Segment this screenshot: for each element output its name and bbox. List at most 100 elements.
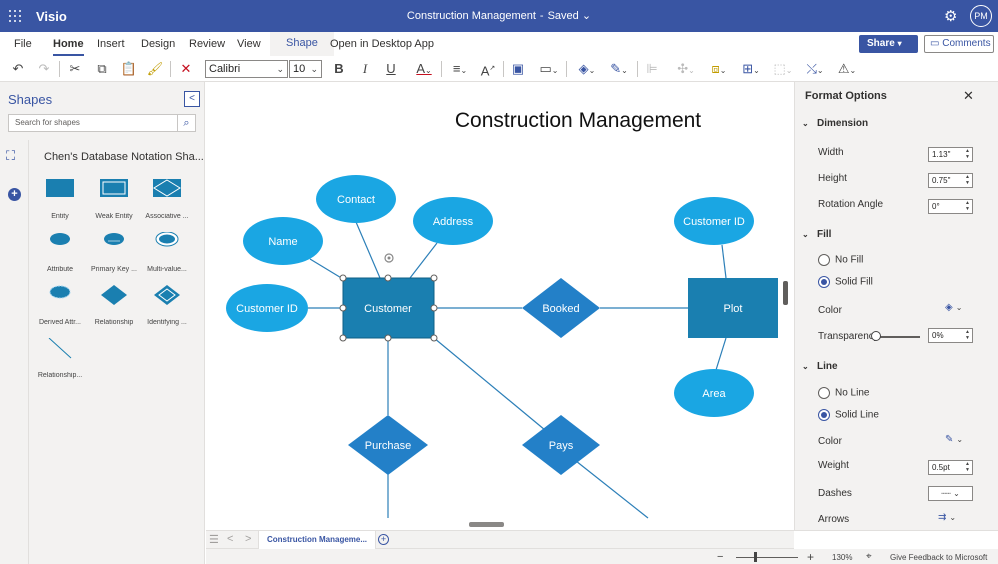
position-icon[interactable]: ✣⌄ — [672, 60, 700, 78]
arrange-icon[interactable]: ⧈⌄ — [705, 60, 733, 78]
stencil-icon[interactable]: ⛶ — [6, 148, 15, 164]
shape-multivalued-attribute[interactable]: Multi-value... — [140, 231, 194, 273]
font-size-select[interactable]: 10 ⌄ — [289, 60, 322, 78]
fit-to-window-icon[interactable]: ⌖ — [866, 551, 872, 562]
section-line[interactable]: ⌄ Line — [802, 361, 838, 372]
shape-relationship-connector[interactable]: Relationship... — [33, 337, 87, 379]
collapse-pane-icon[interactable]: < — [184, 91, 200, 107]
connector-line[interactable] — [409, 242, 438, 279]
align-text-icon[interactable]: ≡⌄ — [447, 60, 473, 78]
shape-identifying-relationship[interactable]: Identifying ... — [140, 285, 194, 326]
connector-line[interactable] — [433, 337, 546, 431]
next-page-icon[interactable]: > — [245, 533, 251, 545]
fill-color-icon[interactable]: ◈⌄ — [573, 60, 601, 78]
shape-primary-key[interactable]: Primary Key ... — [87, 232, 141, 273]
spinner-arrows-icon[interactable]: ▲ ▼ — [965, 148, 970, 160]
zoom-slider-thumb[interactable] — [754, 552, 757, 562]
connector-line[interactable] — [715, 337, 727, 371]
connector-icon[interactable]: ⤯⌄ — [801, 60, 829, 78]
shape-associative-entity[interactable]: Associative ... — [140, 179, 194, 220]
spinner-arrows-icon[interactable]: ▲ ▼ — [965, 174, 970, 186]
all-pages-icon[interactable]: ☰ — [209, 533, 219, 546]
resize-handle[interactable] — [384, 274, 392, 282]
tab-shape[interactable]: Shape — [270, 32, 334, 56]
no-fill-radio[interactable]: No Fill — [818, 254, 863, 266]
dashes-select[interactable]: ┄┄ ⌄ — [928, 486, 973, 501]
zoom-in-icon[interactable]: + — [807, 550, 814, 564]
horizontal-scrollbar[interactable] — [469, 522, 504, 527]
group-icon[interactable]: ⊞⌄ — [737, 60, 765, 78]
line-color-icon[interactable]: ✎⌄ — [605, 60, 633, 78]
search-icon[interactable]: ⌕ — [177, 115, 195, 131]
spinner-arrows-icon[interactable]: ▲ ▼ — [965, 461, 970, 473]
text-box-icon[interactable]: ▣ — [509, 60, 527, 78]
resize-handle[interactable] — [339, 334, 347, 342]
zoom-out-icon[interactable]: − — [717, 551, 723, 563]
drawing-canvas[interactable]: Construction Management Contact Name Add… — [206, 82, 794, 530]
transparency-slider-thumb[interactable] — [871, 331, 881, 341]
shape-attribute[interactable]: Attribute — [33, 232, 87, 273]
shape-derived-attribute[interactable]: Derived Attr... — [33, 285, 87, 326]
no-line-radio[interactable]: No Line — [818, 387, 869, 399]
align-shapes-icon[interactable]: ⊫ — [643, 60, 661, 78]
fill-color-picker[interactable]: ◈ ⌄ — [945, 302, 962, 313]
section-dimension[interactable]: ⌄ Dimension — [802, 118, 868, 129]
connector-line[interactable] — [575, 460, 649, 519]
warning-icon[interactable]: ⚠⌄ — [833, 60, 861, 78]
rotate-handle-icon[interactable] — [384, 253, 394, 263]
shape-relationship[interactable]: Relationship — [87, 285, 141, 326]
zoom-slider[interactable] — [736, 557, 798, 558]
page-tab[interactable]: Construction Manageme... — [258, 531, 377, 549]
stencil-name[interactable]: Chen's Database Notation Sha... — [44, 151, 204, 163]
resize-handle[interactable] — [339, 304, 347, 312]
resize-handle[interactable] — [384, 334, 392, 342]
zoom-level[interactable]: 130% — [832, 553, 852, 562]
share-button[interactable]: Share ▾ — [859, 35, 918, 53]
redo-icon[interactable]: ↷ — [35, 60, 53, 78]
spinner-arrows-icon[interactable]: ▲ ▼ — [965, 200, 970, 212]
resize-handle[interactable] — [339, 274, 347, 282]
font-name-select[interactable]: Calibri ⌄ — [205, 60, 288, 78]
comments-button[interactable]: ▭ Comments — [924, 35, 994, 53]
width-input[interactable]: 1.13" ▲ ▼ — [928, 147, 973, 162]
section-fill[interactable]: ⌄ Fill — [802, 229, 831, 240]
paste-icon[interactable]: 📋 — [120, 60, 138, 78]
tab-view[interactable]: View — [237, 38, 261, 50]
solid-line-radio[interactable]: Solid Line — [818, 409, 879, 421]
line-color-picker[interactable]: ✎ ⌄ — [945, 434, 963, 445]
add-stencil-icon[interactable]: + — [8, 188, 21, 201]
diagram-svg[interactable]: Construction Management Contact Name Add… — [206, 82, 794, 530]
undo-icon[interactable]: ↶ — [9, 60, 27, 78]
resize-handle[interactable] — [430, 274, 438, 282]
solid-fill-radio[interactable]: Solid Fill — [818, 276, 873, 288]
cut-icon[interactable]: ✂ — [66, 60, 84, 78]
copy-icon[interactable]: ⧉ — [93, 60, 111, 78]
shape-styles-icon[interactable]: ▭⌄ — [535, 60, 563, 78]
bold-icon[interactable]: B — [330, 60, 348, 78]
tab-home[interactable]: Home — [53, 38, 84, 56]
tab-insert[interactable]: Insert — [97, 38, 125, 50]
shape-search-input[interactable]: Search for shapes ⌕ — [8, 114, 196, 132]
format-painter-icon[interactable]: 🖌 — [146, 60, 164, 78]
gear-icon[interactable]: ⚙ — [944, 7, 957, 25]
transparency-input[interactable]: 0% ▲ ▼ — [928, 328, 973, 343]
add-page-icon[interactable]: + — [378, 534, 389, 545]
font-size-increase-icon[interactable]: A↗ — [479, 60, 497, 78]
connector-line[interactable] — [355, 221, 381, 279]
font-color-icon[interactable]: A⌄ — [410, 60, 438, 78]
vertical-scrollbar[interactable] — [783, 281, 788, 305]
tab-review[interactable]: Review — [189, 38, 225, 50]
previous-page-icon[interactable]: < — [227, 533, 233, 545]
feedback-link[interactable]: Give Feedback to Microsoft — [890, 553, 987, 562]
close-icon[interactable]: ✕ — [963, 88, 974, 104]
diagram-title[interactable]: Construction Management — [455, 109, 701, 132]
rotation-input[interactable]: 0° ▲ ▼ — [928, 199, 973, 214]
tab-design[interactable]: Design — [141, 38, 175, 50]
resize-handle[interactable] — [430, 334, 438, 342]
shape-entity[interactable]: Entity — [33, 179, 87, 220]
arrows-picker[interactable]: ⇉ ⌄ — [938, 512, 956, 523]
spinner-arrows-icon[interactable]: ▲ ▼ — [965, 329, 970, 341]
height-input[interactable]: 0.75" ▲ ▼ — [928, 173, 973, 188]
weight-input[interactable]: 0.5pt ▲ ▼ — [928, 460, 973, 475]
document-title[interactable]: Construction Management - Saved ⌄ — [0, 9, 998, 22]
